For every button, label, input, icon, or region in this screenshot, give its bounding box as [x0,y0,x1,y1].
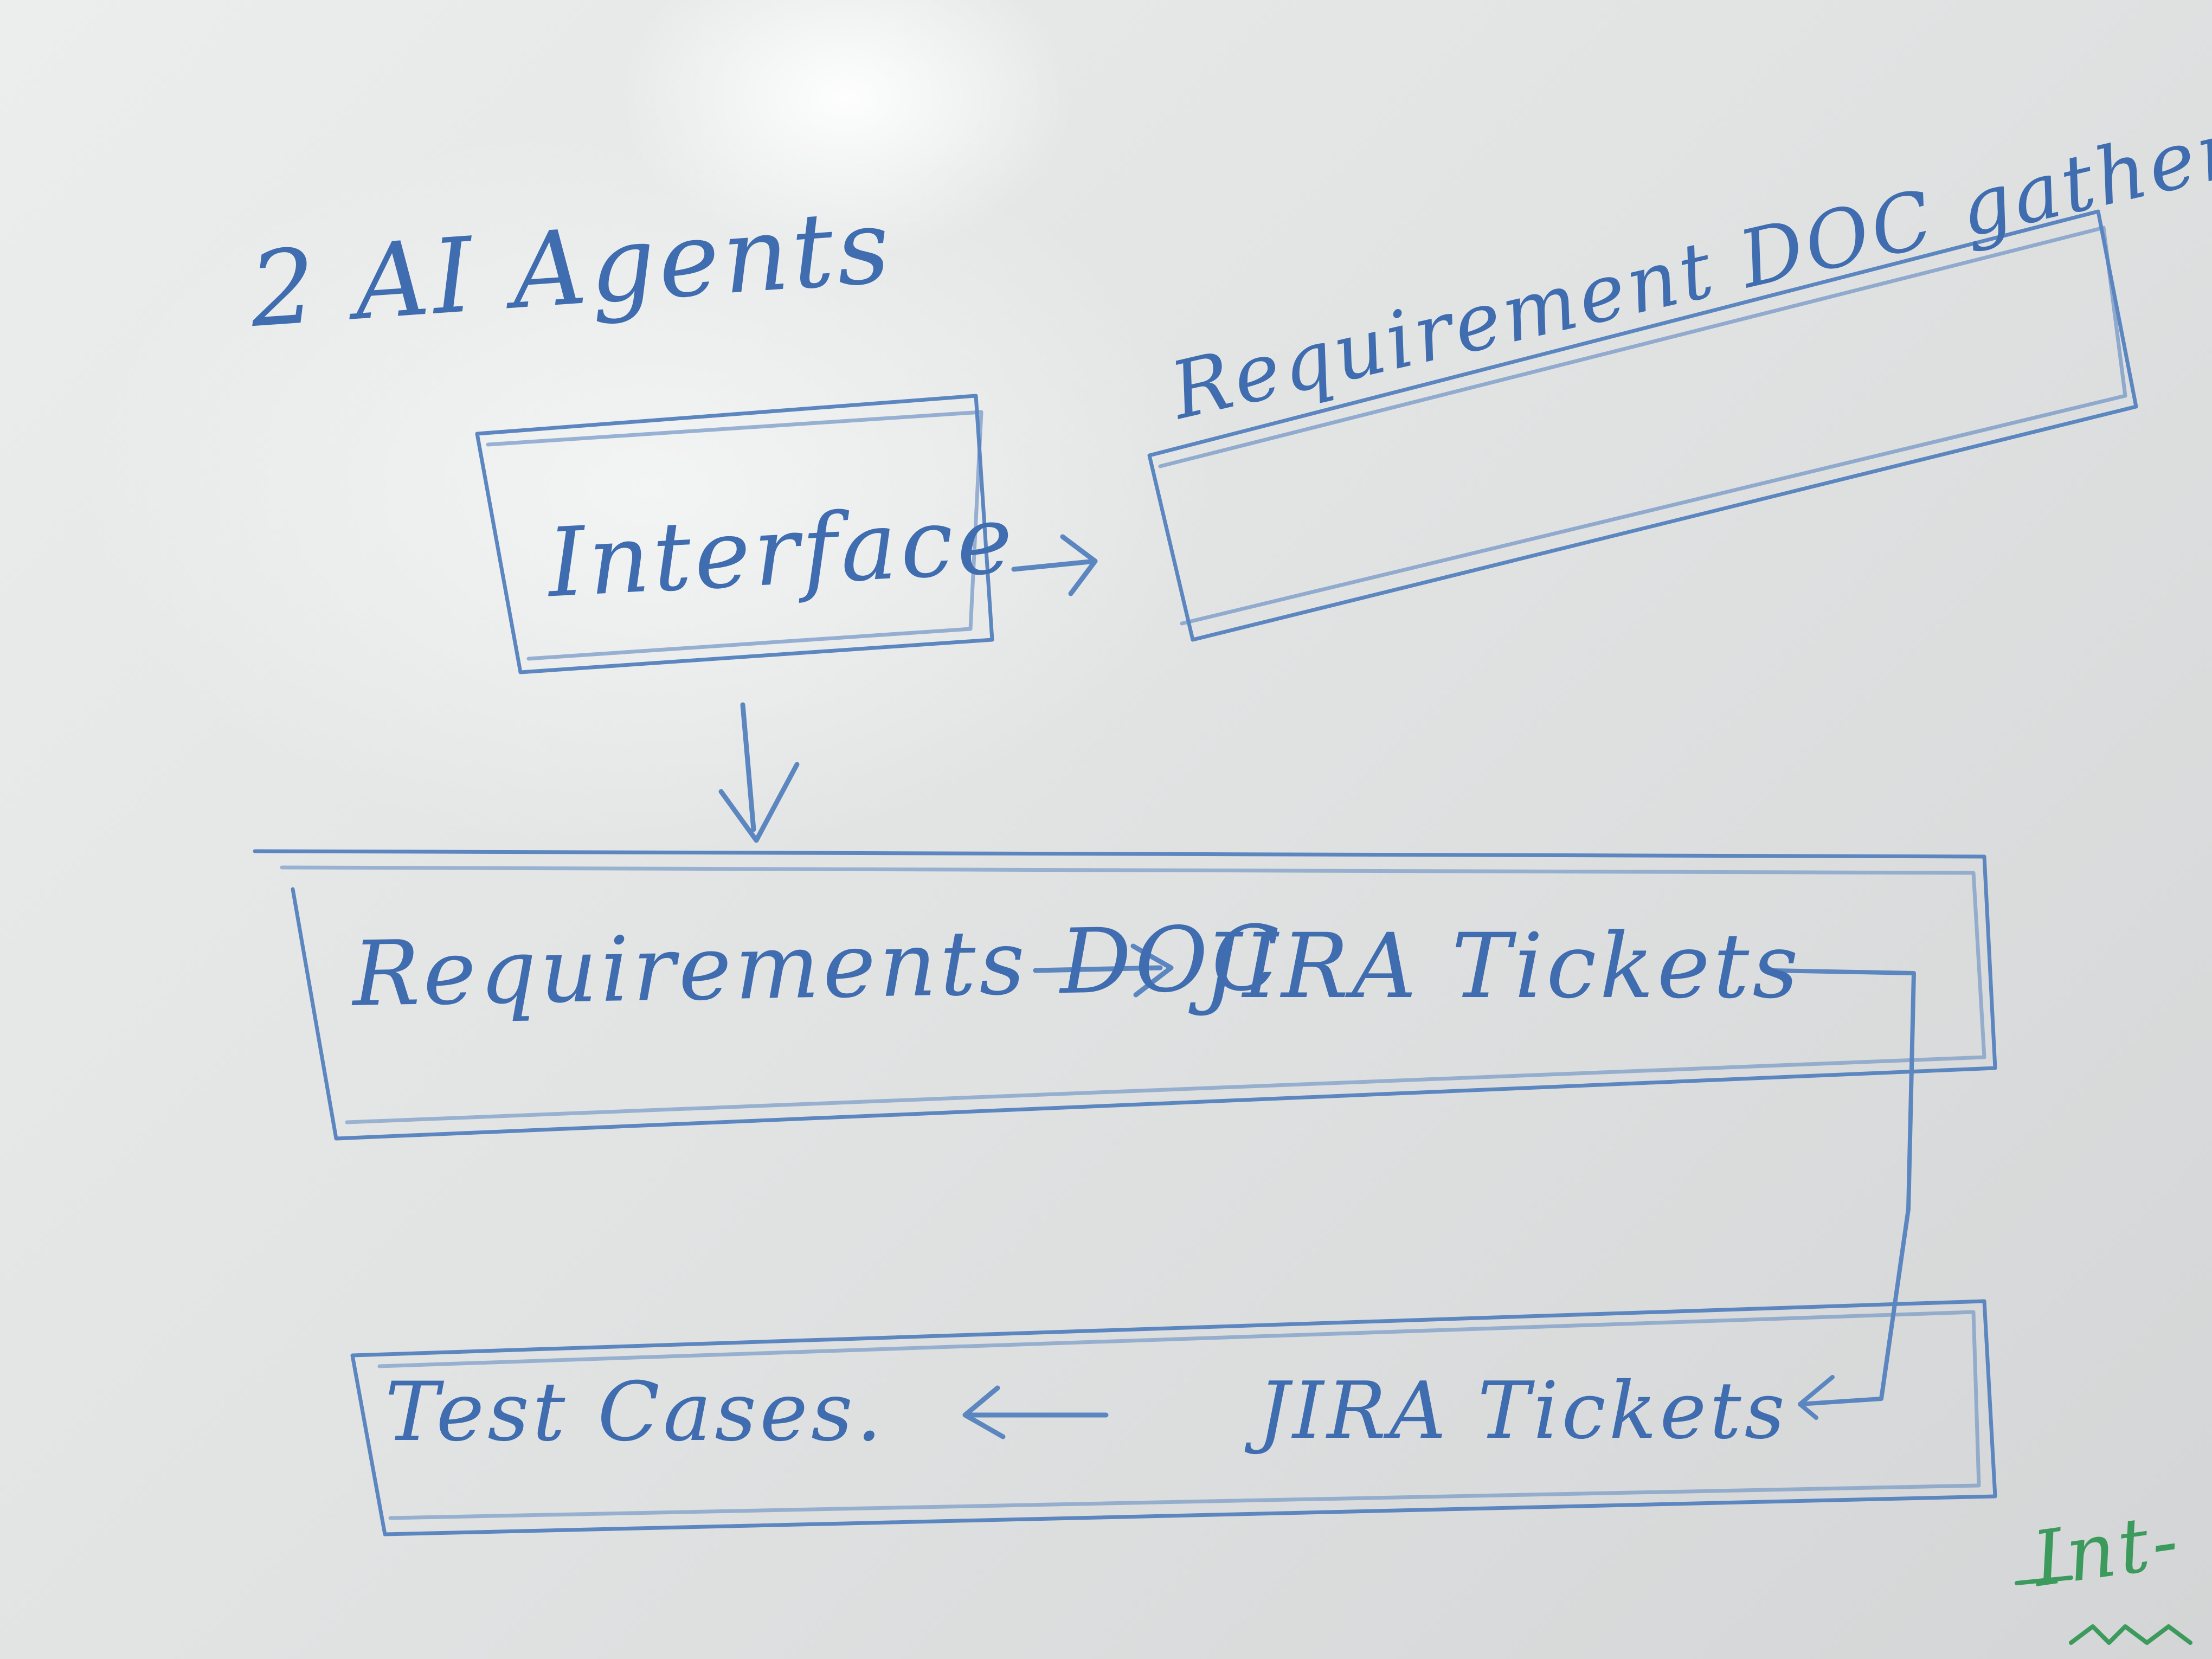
arrow-interface-to-gathering [1011,534,1098,596]
margin-note: Int- [2027,1496,2187,1605]
connector-jira-to-jira [1771,968,1916,1420]
requirements-doc-label: Requirements DOC [351,906,1284,1026]
interface-label: Interface [545,484,1019,619]
jira-tickets-bottom-label: JIRA Tickets [1258,1365,1789,1457]
jira-tickets-top-label: JIRA Tickets [1204,914,1802,1018]
whiteboard: 2 AI Agents Interface Requirement DOC ga… [0,0,2212,1659]
arrow-interface-down [718,702,800,843]
test-cases-label: Test Cases. [385,1365,885,1459]
arrow-jira-to-testcases [962,1385,1109,1439]
